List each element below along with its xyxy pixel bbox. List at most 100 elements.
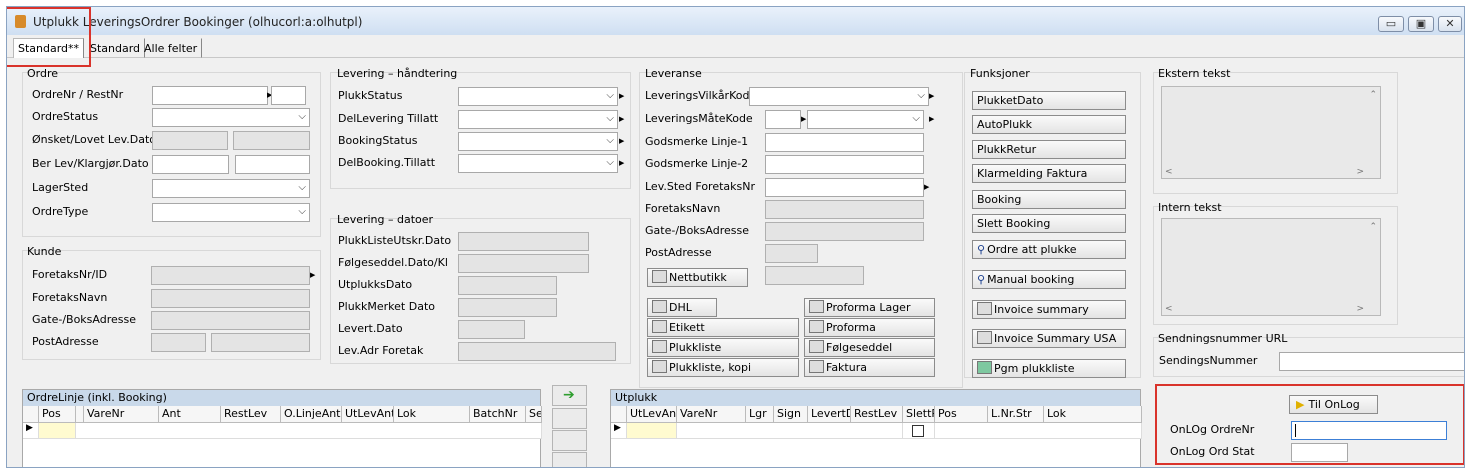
lev-sted-foretaksnr-input[interactable] [765,178,924,197]
print-line-button[interactable] [552,452,587,467]
pgm-plukkliste-button[interactable]: Pgm plukkliste [972,359,1126,378]
leveringsvilkar-select[interactable]: ⌵ [749,87,929,106]
leveringsmate-code-input[interactable] [765,110,801,129]
add-line-button[interactable] [552,408,587,429]
booking-button[interactable]: Booking [972,190,1126,209]
col-olinjeant[interactable]: O.LinjeAnt [281,406,342,423]
manual-booking-button[interactable]: ⚲ Manual booking [972,270,1126,289]
col-lok[interactable]: Lok [394,406,470,423]
plukketdato-button[interactable]: PlukketDato [972,91,1126,110]
minimize-button[interactable]: ▭ [1378,16,1404,32]
col-lnrstr[interactable]: L.Nr.Str [988,406,1044,423]
table-row-cell[interactable] [76,423,542,439]
klarmelding-faktura-button[interactable]: Klarmelding Faktura [972,164,1126,183]
ordre-att-plukke-button[interactable]: ⚲ Ordre att plukke [972,240,1126,259]
maximize-button[interactable]: ▣ [1408,16,1434,32]
ordretype-select[interactable]: ⌵ [152,203,310,222]
lev-postnr-field [765,244,818,263]
col-restlev[interactable]: RestLev [851,406,903,423]
col-pos[interactable]: Pos [935,406,988,423]
col-utlevant[interactable]: UtLevAnt [627,406,677,423]
invoice-summary-usa-label: Invoice Summary USA [994,332,1117,345]
leveranse-title: Leveranse [645,67,702,80]
plukkliste-button[interactable]: Plukkliste [647,338,799,357]
proforma-button[interactable]: Proforma [804,318,935,337]
sendingsnummer-input[interactable] [1279,352,1464,371]
delete-line-button[interactable] [552,430,587,451]
col-sign[interactable]: Sign [774,406,808,423]
col-slettr[interactable]: SlettR [903,406,935,423]
foretaksnr-field [151,266,310,285]
label-gate-adresse: Gate-/BoksAdresse [32,313,136,326]
table-row-cell[interactable] [627,423,677,439]
restnr-input[interactable] [271,86,306,105]
dellevering-select[interactable]: ⌵ [458,110,618,129]
proforma-lager-button[interactable]: Proforma Lager [804,298,935,317]
close-button[interactable]: ✕ [1438,16,1462,32]
arrow-icon: ▶ [929,115,935,123]
etikett-button[interactable]: Etikett [647,318,799,337]
table-row-cell[interactable] [677,423,903,439]
autoplukk-button[interactable]: AutoPlukk [972,115,1126,134]
label-foretaksnavn: ForetaksNavn [32,291,108,304]
printer-icon [652,320,667,333]
ordrenr-input[interactable] [152,86,268,105]
onsket-dato-field [152,131,228,150]
plukkliste-kopi-button[interactable]: Plukkliste, kopi [647,358,799,377]
label-postadresse: PostAdresse [32,335,99,348]
slett-booking-button[interactable]: Slett Booking [972,214,1126,233]
col-levertd[interactable]: LevertD [808,406,851,423]
scroll-left-icon[interactable]: < [1165,167,1173,177]
dhl-button[interactable]: DHL [647,298,717,317]
invoice-summary-button[interactable]: Invoice summary [972,300,1126,319]
label-delbooking: DelBooking.Tillatt [338,156,436,169]
col-utlevant[interactable]: UtLevAnt [342,406,394,423]
col-restlev[interactable]: RestLev [221,406,281,423]
ekstern-tekst-area[interactable]: ⌃ < > [1161,86,1381,179]
table-row-cell[interactable] [935,423,1142,439]
folgeseddel-button[interactable]: Følgeseddel [804,338,935,357]
col-ant[interactable]: Ant [159,406,221,423]
col-se[interactable]: Se [526,406,542,423]
move-right-button[interactable]: ➔ [552,385,587,406]
scroll-left-icon[interactable]: < [1165,304,1173,314]
ordrestatus-select[interactable]: ⌵ [152,108,310,127]
col-lgr[interactable]: Lgr [746,406,774,423]
tab-standard[interactable]: Standard [85,38,146,58]
col-lok[interactable]: Lok [1044,406,1142,423]
leveringsmate-select[interactable]: ⌵ [807,110,924,129]
funksjoner-title: Funksjoner [970,67,1030,80]
intern-tekst-area[interactable]: ⌃ < > [1161,218,1381,316]
slettr-cell[interactable] [903,423,935,439]
invoice-summary-label: Invoice summary [994,303,1089,316]
faktura-button[interactable]: Faktura [804,358,935,377]
ber-lev-dato-input[interactable] [152,155,229,174]
nettbutikk-button[interactable]: Nettbutikk [647,268,748,287]
tab-alle-felter[interactable]: Alle felter [139,38,203,58]
levering-handtering-title: Levering – håndtering [337,67,458,80]
plukkretur-button[interactable]: PlukkRetur [972,140,1126,159]
proforma-label: Proforma [826,321,876,334]
levert-dato-field [458,320,525,339]
col-batchnr[interactable]: BatchNr [470,406,526,423]
col-varenr[interactable]: VareNr [677,406,746,423]
scroll-right-icon[interactable]: > [1356,304,1364,314]
col-pos[interactable]: Pos [39,406,76,423]
lagersted-select[interactable]: ⌵ [152,179,310,198]
scroll-up-icon[interactable]: ⌃ [1369,90,1377,100]
arrow-icon: ▶ [619,92,625,100]
godsmerke-2-input[interactable] [765,155,924,174]
scroll-right-icon[interactable]: > [1356,167,1364,177]
label-lev-foretaksnavn: ForetaksNavn [645,202,721,215]
scroll-up-icon[interactable]: ⌃ [1369,222,1377,232]
invoice-summary-usa-button[interactable]: Invoice Summary USA [972,329,1126,348]
godsmerke-1-input[interactable] [765,133,924,152]
col-marker [76,406,84,423]
slettr-checkbox[interactable] [912,425,924,437]
col-varenr[interactable]: VareNr [84,406,159,423]
bookingstatus-select[interactable]: ⌵ [458,132,618,151]
table-row-cell[interactable] [39,423,76,439]
delbooking-select[interactable]: ⌵ [458,154,618,173]
plukkstatus-select[interactable]: ⌵ [458,87,618,106]
klargjor-dato-input[interactable] [235,155,310,174]
